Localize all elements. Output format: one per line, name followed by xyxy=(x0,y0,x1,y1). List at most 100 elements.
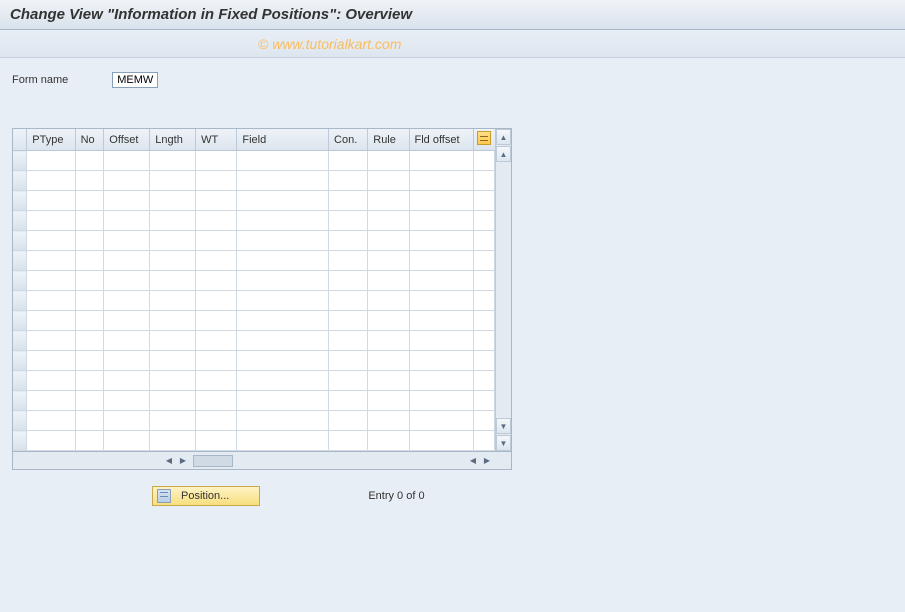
position-button[interactable]: Position... xyxy=(152,486,260,506)
cell[interactable] xyxy=(196,391,237,411)
col-lngth[interactable]: Lngth xyxy=(150,129,196,151)
cell[interactable] xyxy=(237,311,329,331)
cell[interactable] xyxy=(409,291,473,311)
cell[interactable] xyxy=(237,171,329,191)
table-row[interactable] xyxy=(13,171,495,191)
cell[interactable] xyxy=(329,291,368,311)
cell[interactable] xyxy=(473,411,494,431)
cell[interactable] xyxy=(368,251,409,271)
table-row[interactable] xyxy=(13,331,495,351)
cell[interactable] xyxy=(27,371,75,391)
table-row[interactable] xyxy=(13,391,495,411)
cell[interactable] xyxy=(104,371,150,391)
row-selector[interactable] xyxy=(13,211,27,231)
cell[interactable] xyxy=(196,171,237,191)
cell[interactable] xyxy=(27,151,75,171)
cell[interactable] xyxy=(237,251,329,271)
col-no[interactable]: No xyxy=(75,129,104,151)
col-field[interactable]: Field xyxy=(237,129,329,151)
cell[interactable] xyxy=(237,271,329,291)
cell[interactable] xyxy=(75,331,104,351)
table-row[interactable] xyxy=(13,411,495,431)
cell[interactable] xyxy=(196,351,237,371)
cell[interactable] xyxy=(368,151,409,171)
cell[interactable] xyxy=(75,411,104,431)
cell[interactable] xyxy=(150,331,196,351)
cell[interactable] xyxy=(409,431,473,451)
cell[interactable] xyxy=(237,351,329,371)
cell[interactable] xyxy=(150,191,196,211)
col-fldoffset[interactable]: Fld offset xyxy=(409,129,473,151)
cell[interactable] xyxy=(473,151,494,171)
cell[interactable] xyxy=(196,411,237,431)
cell[interactable] xyxy=(473,171,494,191)
cell[interactable] xyxy=(75,291,104,311)
row-selector[interactable] xyxy=(13,151,27,171)
cell[interactable] xyxy=(368,231,409,251)
cell[interactable] xyxy=(75,211,104,231)
table-row[interactable] xyxy=(13,271,495,291)
cell[interactable] xyxy=(473,251,494,271)
cell[interactable] xyxy=(237,331,329,351)
cell[interactable] xyxy=(409,271,473,291)
row-selector[interactable] xyxy=(13,331,27,351)
cell[interactable] xyxy=(368,351,409,371)
cell[interactable] xyxy=(104,311,150,331)
row-selector[interactable] xyxy=(13,271,27,291)
cell[interactable] xyxy=(27,271,75,291)
table-row[interactable] xyxy=(13,151,495,171)
table-row[interactable] xyxy=(13,351,495,371)
cell[interactable] xyxy=(368,431,409,451)
cell[interactable] xyxy=(150,371,196,391)
cell[interactable] xyxy=(368,171,409,191)
cell[interactable] xyxy=(329,251,368,271)
scroll-up-button[interactable]: ▲ xyxy=(496,129,511,145)
cell[interactable] xyxy=(329,271,368,291)
row-selector[interactable] xyxy=(13,391,27,411)
cell[interactable] xyxy=(409,371,473,391)
cell[interactable] xyxy=(27,171,75,191)
row-selector[interactable] xyxy=(13,171,27,191)
cell[interactable] xyxy=(329,391,368,411)
cell[interactable] xyxy=(329,331,368,351)
cell[interactable] xyxy=(329,191,368,211)
cell[interactable] xyxy=(104,391,150,411)
cell[interactable] xyxy=(368,291,409,311)
cell[interactable] xyxy=(409,331,473,351)
cell[interactable] xyxy=(409,151,473,171)
cell[interactable] xyxy=(409,191,473,211)
cell[interactable] xyxy=(104,231,150,251)
cell[interactable] xyxy=(329,431,368,451)
cell[interactable] xyxy=(104,331,150,351)
cell[interactable] xyxy=(237,391,329,411)
cell[interactable] xyxy=(104,431,150,451)
cell[interactable] xyxy=(196,151,237,171)
page-left-button[interactable]: ◀ xyxy=(163,454,175,468)
col-rule[interactable]: Rule xyxy=(368,129,409,151)
cell[interactable] xyxy=(237,291,329,311)
cell[interactable] xyxy=(409,251,473,271)
cell[interactable] xyxy=(196,211,237,231)
cell[interactable] xyxy=(196,231,237,251)
cell[interactable] xyxy=(473,191,494,211)
table-row[interactable] xyxy=(13,291,495,311)
cell[interactable] xyxy=(75,311,104,331)
cell[interactable] xyxy=(409,351,473,371)
cell[interactable] xyxy=(75,231,104,251)
scroll-left-button[interactable]: ▶ xyxy=(177,454,189,468)
cell[interactable] xyxy=(150,231,196,251)
form-name-value[interactable]: MEMW xyxy=(112,72,158,88)
cell[interactable] xyxy=(368,311,409,331)
cell[interactable] xyxy=(150,171,196,191)
cell[interactable] xyxy=(409,231,473,251)
cell[interactable] xyxy=(150,151,196,171)
cell[interactable] xyxy=(473,431,494,451)
scroll-up-button-2[interactable]: ▲ xyxy=(496,146,511,162)
table-row[interactable] xyxy=(13,431,495,451)
cell[interactable] xyxy=(104,191,150,211)
cell[interactable] xyxy=(237,371,329,391)
cell[interactable] xyxy=(196,291,237,311)
cell[interactable] xyxy=(27,391,75,411)
cell[interactable] xyxy=(237,211,329,231)
cell[interactable] xyxy=(27,191,75,211)
